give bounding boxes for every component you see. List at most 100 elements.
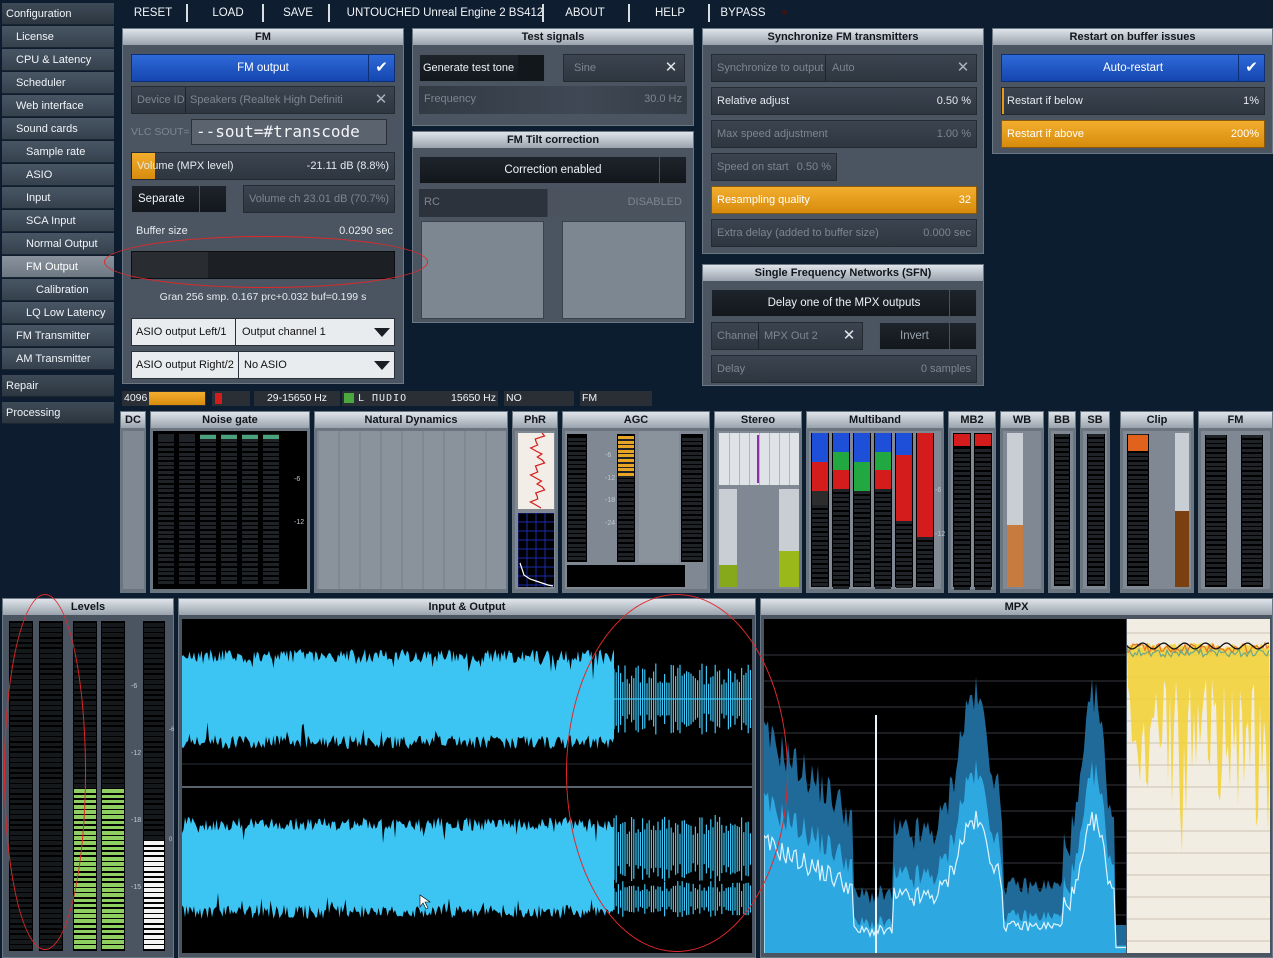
meter-title: PhR: [513, 412, 557, 428]
meter-segment: [1242, 573, 1262, 577]
close-icon[interactable]: ✕: [368, 87, 394, 113]
waveform-select[interactable]: Sine ✕: [563, 54, 685, 82]
meter-segment: [10, 659, 32, 663]
vlc-sout-input[interactable]: --sout=#transcode: [191, 119, 387, 145]
generate-test-tone-toggle[interactable]: Generate test tone: [419, 54, 545, 82]
meter-segment: [179, 448, 195, 451]
meter-segment: [10, 846, 32, 851]
sidebar-item-cpu-latency[interactable]: CPU & Latency: [2, 49, 114, 71]
separate-toggle[interactable]: Separate: [131, 185, 227, 213]
meter-segment: [10, 654, 32, 658]
sidebar-item-scheduler[interactable]: Scheduler: [2, 72, 114, 94]
buffer-status: 4096: [122, 391, 206, 406]
buffer-size-row[interactable]: Buffer size 0.0290 sec: [131, 221, 395, 241]
volume-slider[interactable]: Volume (MPX level) -21.11 dB (8.8%): [131, 152, 395, 180]
meter-segment: [833, 493, 849, 497]
sfn-delay-slider[interactable]: Delay 0 samples: [711, 355, 977, 383]
meter-segment: [158, 471, 174, 474]
save-button[interactable]: SAVE: [276, 0, 320, 26]
device-id-field[interactable]: Device ID Speakers (Realtek High Definit…: [131, 86, 395, 114]
sidebar-item-input[interactable]: Input: [2, 187, 114, 209]
extra-delay-slider[interactable]: Extra delay (added to buffer size) 0.000…: [711, 219, 977, 247]
scale-label: -6: [605, 452, 612, 459]
correction-enabled-label: Correction enabled: [504, 164, 602, 176]
sidebar-item-processing[interactable]: Processing: [2, 402, 114, 424]
band-fill: [833, 451, 849, 471]
max-speed-slider[interactable]: Max speed adjustment 1.00 %: [711, 120, 977, 148]
speed-on-start-slider[interactable]: Speed on start 0.50 %: [711, 153, 837, 181]
close-icon[interactable]: ✕: [836, 323, 862, 349]
meter-segment: [917, 541, 933, 545]
meter-segment: [200, 448, 216, 451]
toolbar-separator: [628, 4, 630, 22]
meter-segment: [875, 567, 891, 571]
rc-slider[interactable]: RC DISABLED: [419, 189, 687, 217]
divider: [238, 352, 239, 378]
meter-segment: [954, 467, 970, 471]
meter-segment: [10, 898, 32, 903]
sidebar-item-configuration[interactable]: Configuration: [2, 3, 114, 25]
meter-segment: [179, 553, 195, 557]
meter-segment: [200, 553, 216, 557]
about-button[interactable]: ABOUT: [560, 0, 610, 26]
meter-segment: [158, 475, 174, 479]
sidebar-item-fm-transmitter[interactable]: FM Transmitter: [2, 325, 114, 347]
sidebar-item-fm-output[interactable]: FM Output: [2, 256, 114, 278]
frequency-slider[interactable]: Frequency 30.0 Hz: [419, 86, 687, 114]
sidebar-item-calibration[interactable]: Calibration: [2, 279, 114, 301]
close-icon[interactable]: ✕: [658, 55, 684, 81]
delay-one-mpx-toggle[interactable]: Delay one of the MPX outputs: [711, 289, 977, 317]
bypass-button[interactable]: BYPASS: [718, 0, 768, 26]
dynamics-band: [340, 431, 359, 589]
meter-bar: [1127, 434, 1149, 586]
volume-ch2-slider[interactable]: Volume ch 2 -3.01 dB (70.7%): [243, 185, 395, 213]
sidebar-item-asio[interactable]: ASIO: [2, 164, 114, 186]
sidebar-item-am-transmitter[interactable]: AM Transmitter: [2, 348, 114, 370]
correction-enabled-toggle[interactable]: Correction enabled: [419, 156, 687, 184]
input-waveform: [182, 649, 614, 749]
meter-segment: [102, 664, 124, 669]
meter-segment: [74, 805, 96, 809]
meter-segment: [1128, 517, 1148, 520]
channel-select[interactable]: Channel MPX Out 2 ✕: [711, 322, 863, 350]
invert-toggle[interactable]: Invert: [879, 322, 977, 350]
fm-output-toggle[interactable]: FM output ✔: [131, 54, 395, 82]
restart-below-slider[interactable]: Restart if below 1%: [1001, 87, 1265, 115]
toolbar-separator: [708, 4, 710, 22]
meter-segment: [954, 554, 970, 558]
meter-segment: [975, 504, 991, 508]
meter-segment: [40, 784, 62, 788]
meter-segment: [40, 763, 62, 767]
asio-right-select[interactable]: ASIO output Right/2 No ASIO: [131, 351, 395, 379]
meter-segment: [102, 831, 124, 835]
help-button[interactable]: HELP: [648, 0, 692, 26]
resampling-quality-slider[interactable]: Resampling quality 32: [711, 186, 977, 214]
asio-left-select[interactable]: ASIO output Left/1 Output channel 1: [131, 318, 395, 346]
load-button[interactable]: LOAD: [204, 0, 252, 26]
meter-segment: [917, 546, 933, 550]
sidebar-item-license[interactable]: License: [2, 26, 114, 48]
meter-segment: [242, 530, 258, 534]
sidebar-item-repair[interactable]: Repair: [2, 375, 114, 397]
meter-segment: [144, 732, 164, 736]
preset-name-button[interactable]: UNTOUCHED Unreal Engine 2 BS412: [342, 0, 548, 26]
auto-restart-toggle[interactable]: Auto-restart ✔: [1001, 54, 1265, 82]
meter-segment: [40, 685, 62, 689]
close-icon[interactable]: ✕: [950, 55, 976, 81]
relative-adjust-slider[interactable]: Relative adjust 0.50 %: [711, 87, 977, 115]
meter-segment: [812, 509, 828, 513]
meter-segment: [10, 940, 32, 944]
sidebar-item-normal-output[interactable]: Normal Output: [2, 233, 114, 255]
sidebar-item-sample-rate[interactable]: Sample rate: [2, 141, 114, 163]
mpx-panel: MPX: [760, 598, 1273, 958]
meter-segment: [74, 768, 96, 773]
sidebar-item-sca-input[interactable]: SCA Input: [2, 210, 114, 232]
meter-segment: [854, 578, 870, 582]
meter-segment: [618, 516, 634, 519]
sidebar-item-web-interface[interactable]: Web interface: [2, 95, 114, 117]
reset-button[interactable]: RESET: [130, 0, 176, 26]
sidebar-item-sound-cards[interactable]: Sound cards: [2, 118, 114, 140]
sidebar-item-lq-low-latency[interactable]: LQ Low Latency: [2, 302, 114, 324]
restart-above-slider[interactable]: Restart if above 200%: [1001, 120, 1265, 148]
sync-to-output-select[interactable]: Synchronize to output Auto ✕: [711, 54, 977, 82]
